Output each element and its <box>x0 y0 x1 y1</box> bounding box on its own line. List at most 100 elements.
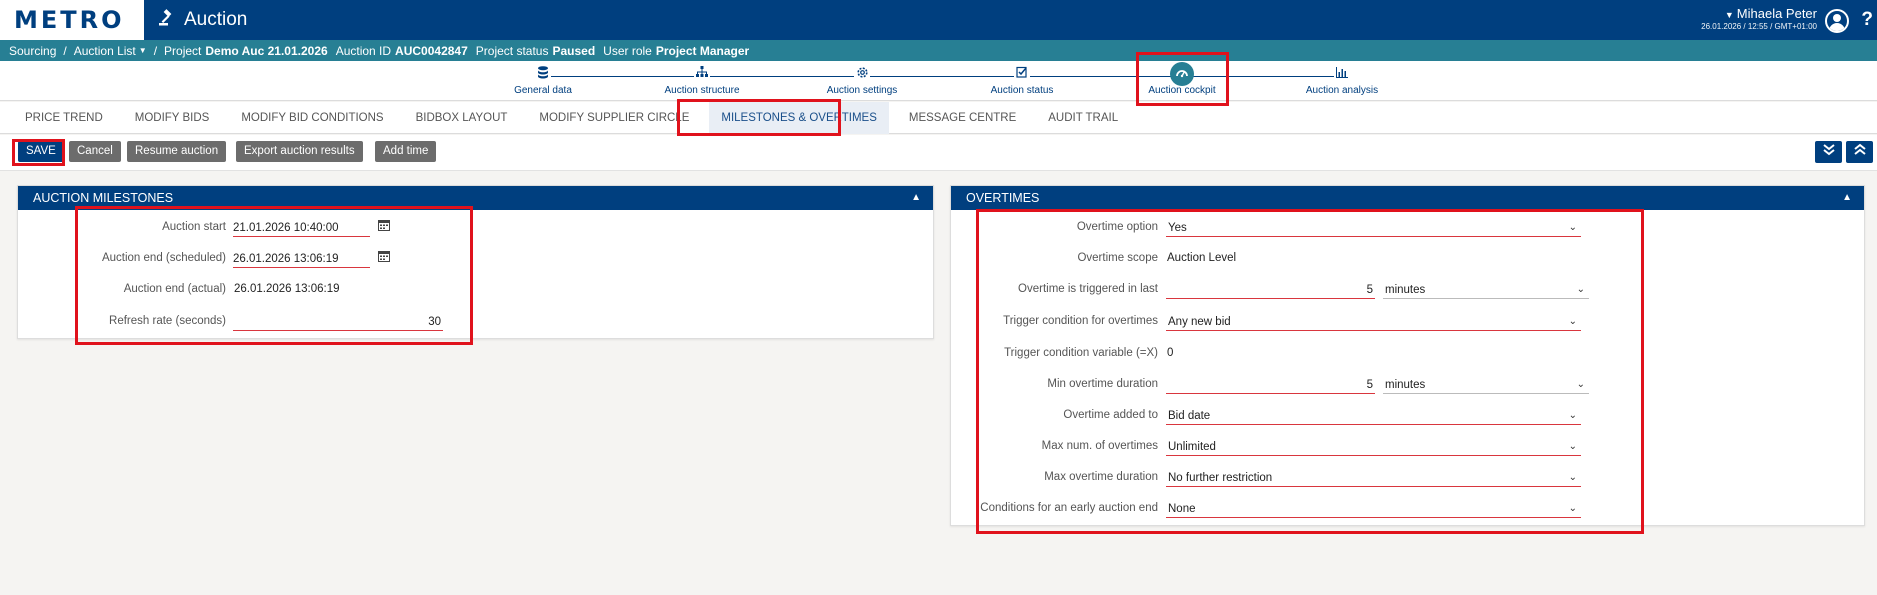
collapse-up-icon[interactable]: ▲ <box>1842 186 1852 210</box>
step-label: Auction cockpit <box>1148 85 1216 96</box>
hierarchy-icon <box>694 66 710 82</box>
tab-modify-bid-conditions[interactable]: MODIFY BID CONDITIONS <box>241 102 383 134</box>
overtime-triggered-unit-select[interactable]: minutes ⌄ <box>1383 282 1589 299</box>
save-button[interactable]: SAVE <box>18 141 64 162</box>
tab-price-trend[interactable]: PRICE TREND <box>25 102 103 134</box>
calendar-icon[interactable] <box>378 219 390 234</box>
tab-audit-trail[interactable]: AUDIT TRAIL <box>1048 102 1118 134</box>
auction-end-actual-value: 26.01.2026 13:06:19 <box>234 283 340 295</box>
export-auction-results-button[interactable]: Export auction results <box>236 141 363 162</box>
tab-milestones-overtimes[interactable]: MILESTONES & OVERTIMES <box>709 101 889 134</box>
select-value: None <box>1168 503 1196 515</box>
max-overtime-duration-select[interactable]: No further restriction ⌄ <box>1166 470 1581 487</box>
overtime-option-label: Overtime option <box>1076 221 1158 233</box>
auction-start-input[interactable]: 21.01.2026 10:40:00 <box>233 220 370 237</box>
min-overtime-duration-label: Min overtime duration <box>1047 378 1158 390</box>
panel-header: OVERTIMES ▲ <box>951 186 1864 210</box>
user-name: Mihaela Peter <box>1736 6 1817 21</box>
max-num-overtimes-label: Max num. of overtimes <box>1041 440 1158 452</box>
panel-header: AUCTION MILESTONES ▲ <box>18 186 933 210</box>
auction-end-scheduled-input[interactable]: 26.01.2026 13:06:19 <box>233 251 370 268</box>
gavel-icon <box>158 8 176 32</box>
max-num-overtimes-select[interactable]: Unlimited ⌄ <box>1166 439 1581 456</box>
help-icon[interactable]: ? <box>1861 9 1873 31</box>
min-overtime-duration-input[interactable]: 5 <box>1166 377 1375 394</box>
step-general-data[interactable]: General data <box>478 66 608 96</box>
tab-bidbox-layout[interactable]: BIDBOX LAYOUT <box>416 102 508 134</box>
chevron-down-icon: ⌄ <box>1568 441 1577 452</box>
add-time-button[interactable]: Add time <box>375 141 437 162</box>
metro-logo[interactable]: METRO <box>0 0 144 40</box>
double-chevron-down-icon <box>1822 144 1836 159</box>
step-label: Auction status <box>990 85 1054 96</box>
auction-end-actual-label: Auction end (actual) <box>123 283 226 295</box>
chevron-down-icon: ⌄ <box>1576 379 1585 390</box>
overtime-option-select[interactable]: Yes ⌄ <box>1166 220 1581 237</box>
speedometer-icon <box>1170 62 1194 86</box>
select-value: Any new bid <box>1168 316 1231 328</box>
trigger-condition-label: Trigger condition for overtimes <box>1003 315 1158 327</box>
overtime-triggered-label: Overtime is triggered in last <box>1018 283 1158 295</box>
max-overtime-duration-label: Max overtime duration <box>1044 471 1158 483</box>
app-title-text: Auction <box>184 9 248 30</box>
logo-text: METRO <box>14 6 125 34</box>
bar-chart-icon <box>1334 66 1350 82</box>
tab-bar: PRICE TREND MODIFY BIDS MODIFY BID CONDI… <box>0 101 1877 134</box>
collapse-all-button[interactable] <box>1846 141 1873 163</box>
panel-title: AUCTION MILESTONES <box>33 191 174 205</box>
project-value: Demo Auc 21.01.2026 <box>205 43 328 58</box>
caret-down-icon[interactable]: ▼ <box>139 46 147 55</box>
tab-modify-bids[interactable]: MODIFY BIDS <box>135 102 210 134</box>
early-end-conditions-label: Conditions for an early auction end <box>980 502 1158 514</box>
database-icon <box>535 66 551 82</box>
chevron-down-icon: ⌄ <box>1568 316 1577 327</box>
select-value: Bid date <box>1168 410 1211 422</box>
refresh-rate-input[interactable]: 30 <box>233 314 443 331</box>
select-value: minutes <box>1385 284 1426 296</box>
cancel-button[interactable]: Cancel <box>69 141 121 162</box>
early-end-conditions-select[interactable]: None ⌄ <box>1166 501 1581 518</box>
auction-start-label: Auction start <box>162 221 226 233</box>
step-auction-cockpit[interactable]: Auction cockpit <box>1117 62 1247 96</box>
refresh-rate-label: Refresh rate (seconds) <box>109 315 226 327</box>
breadcrumb-auction-list[interactable]: Auction List <box>74 44 136 58</box>
step-auction-structure[interactable]: Auction structure <box>637 66 767 96</box>
select-value: Yes <box>1168 222 1187 234</box>
step-auction-settings[interactable]: Auction settings <box>797 66 927 96</box>
overtime-added-to-label: Overtime added to <box>1063 409 1158 421</box>
step-label: Auction analysis <box>1305 85 1379 96</box>
breadcrumb-sourcing[interactable]: Sourcing <box>9 44 56 58</box>
overtime-triggered-input[interactable]: 5 <box>1166 282 1375 299</box>
auction-end-scheduled-label: Auction end (scheduled) <box>101 252 226 264</box>
chevron-down-icon: ⌄ <box>1568 222 1577 233</box>
context-bar: Sourcing / Auction List ▼ / Project Demo… <box>0 40 1877 61</box>
auction-id-value: AUC0042847 <box>395 43 468 58</box>
step-auction-status[interactable]: Auction status <box>957 66 1087 96</box>
trigger-condition-select[interactable]: Any new bid ⌄ <box>1166 314 1581 331</box>
step-label: Auction structure <box>664 85 740 96</box>
double-chevron-up-icon <box>1853 143 1867 159</box>
panel-title: OVERTIMES <box>966 191 1040 205</box>
tab-modify-supplier-circle[interactable]: MODIFY SUPPLIER CIRCLE <box>539 102 689 134</box>
user-menu[interactable]: ▼ Mihaela Peter 26.01.2026 / 12:55 / GMT+… <box>1701 6 1817 31</box>
action-bar: SAVE Cancel Resume auction Export auctio… <box>0 135 1877 171</box>
caret-down-icon: ▼ <box>1724 10 1734 20</box>
app-title: Auction <box>158 8 248 32</box>
step-auction-analysis[interactable]: Auction analysis <box>1277 66 1407 96</box>
collapse-up-icon[interactable]: ▲ <box>911 186 921 210</box>
chevron-down-icon: ⌄ <box>1568 503 1577 514</box>
expand-all-button[interactable] <box>1815 141 1842 163</box>
min-overtime-duration-unit-select[interactable]: minutes ⌄ <box>1383 377 1589 394</box>
step-label: Auction settings <box>826 85 898 96</box>
resume-auction-button[interactable]: Resume auction <box>127 141 227 162</box>
overtime-added-to-select[interactable]: Bid date ⌄ <box>1166 408 1581 425</box>
chevron-down-icon: ⌄ <box>1568 410 1577 421</box>
trigger-variable-value: 0 <box>1167 347 1174 359</box>
user-role-value: Project Manager <box>655 43 750 58</box>
calendar-icon[interactable] <box>378 250 390 265</box>
avatar[interactable] <box>1825 9 1849 33</box>
tab-message-centre[interactable]: MESSAGE CENTRE <box>909 102 1016 134</box>
breadcrumb-separator: / <box>153 43 158 58</box>
process-step-nav: General data Auction structure Auction s… <box>0 61 1877 101</box>
select-value: Unlimited <box>1168 441 1216 453</box>
